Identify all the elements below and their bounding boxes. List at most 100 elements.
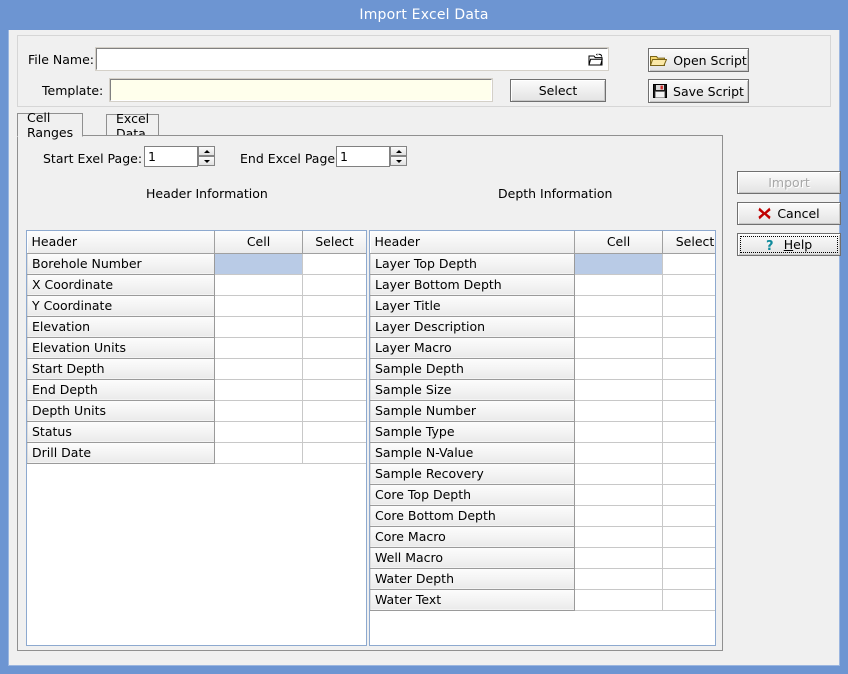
select-cell-button[interactable] xyxy=(662,463,715,485)
select-cell-button[interactable] xyxy=(662,358,715,380)
table-row[interactable]: Layer Description xyxy=(370,316,715,338)
table-row[interactable]: End Depth xyxy=(27,379,366,401)
tab-cell-ranges[interactable]: Cell Ranges xyxy=(17,110,84,140)
select-cell-button[interactable] xyxy=(662,274,715,296)
table-row[interactable]: Layer Title xyxy=(370,295,715,317)
cell-reference-field[interactable] xyxy=(214,274,303,296)
end-page-spin-buttons[interactable] xyxy=(390,146,407,167)
file-name-input[interactable] xyxy=(95,47,609,71)
column-header-header[interactable]: Header xyxy=(370,231,575,254)
table-row[interactable]: Sample Recovery xyxy=(370,463,715,485)
column-header-cell[interactable]: Cell xyxy=(214,231,303,254)
open-script-button[interactable]: Open Script xyxy=(648,48,749,72)
import-button[interactable]: Import xyxy=(737,171,841,194)
table-row[interactable]: Well Macro xyxy=(370,547,715,569)
cell-reference-field[interactable] xyxy=(574,253,663,275)
table-row[interactable]: Sample Size xyxy=(370,379,715,401)
cell-reference-field[interactable] xyxy=(574,568,663,590)
table-row[interactable]: Start Depth xyxy=(27,358,366,380)
open-folder-icon[interactable] xyxy=(586,51,605,68)
start-page-spin-up[interactable] xyxy=(198,146,215,156)
table-row[interactable]: Layer Macro xyxy=(370,337,715,359)
cell-reference-field[interactable] xyxy=(574,526,663,548)
tab-excel-data[interactable]: Excel Data xyxy=(106,111,160,141)
cell-reference-field[interactable] xyxy=(214,379,303,401)
start-page-spin-buttons[interactable] xyxy=(198,146,215,167)
table-row[interactable]: Core Bottom Depth xyxy=(370,505,715,527)
table-row[interactable]: Water Depth xyxy=(370,568,715,590)
cell-reference-field[interactable] xyxy=(574,547,663,569)
cell-reference-field[interactable] xyxy=(574,295,663,317)
select-cell-button[interactable] xyxy=(302,295,366,317)
table-row[interactable]: Layer Top Depth xyxy=(370,253,715,275)
help-button[interactable]: ? Help xyxy=(737,233,841,256)
cell-reference-field[interactable] xyxy=(574,421,663,443)
cell-reference-field[interactable] xyxy=(214,421,303,443)
select-cell-button[interactable] xyxy=(662,568,715,590)
cell-reference-field[interactable] xyxy=(214,295,303,317)
end-excel-page-input[interactable]: 1 xyxy=(336,146,390,167)
cell-reference-field[interactable] xyxy=(574,505,663,527)
select-cell-button[interactable] xyxy=(662,484,715,506)
table-row[interactable]: Sample N-Value xyxy=(370,442,715,464)
select-cell-button[interactable] xyxy=(662,589,715,611)
select-cell-button[interactable] xyxy=(302,358,366,380)
cell-reference-field[interactable] xyxy=(574,442,663,464)
cell-reference-field[interactable] xyxy=(214,400,303,422)
depth-information-grid[interactable]: Header Cell Select Layer Top Depth Layer … xyxy=(369,230,716,646)
column-header-header[interactable]: Header xyxy=(27,231,215,254)
cell-reference-field[interactable] xyxy=(214,316,303,338)
cell-reference-field[interactable] xyxy=(214,337,303,359)
select-cell-button[interactable] xyxy=(662,505,715,527)
table-row[interactable]: Sample Type xyxy=(370,421,715,443)
select-cell-button[interactable] xyxy=(302,442,366,464)
template-input[interactable] xyxy=(109,78,493,102)
column-header-select[interactable]: Select xyxy=(662,231,715,254)
cell-reference-field[interactable] xyxy=(214,358,303,380)
table-row[interactable]: Elevation Units xyxy=(27,337,366,359)
save-script-button[interactable]: Save Script xyxy=(648,79,749,103)
select-cell-button[interactable] xyxy=(662,547,715,569)
column-header-select[interactable]: Select xyxy=(302,231,366,254)
select-cell-button[interactable] xyxy=(662,400,715,422)
cell-reference-field[interactable] xyxy=(574,400,663,422)
select-cell-button[interactable] xyxy=(302,421,366,443)
column-header-cell[interactable]: Cell xyxy=(574,231,663,254)
select-cell-button[interactable] xyxy=(302,337,366,359)
select-cell-button[interactable] xyxy=(662,526,715,548)
cell-reference-field[interactable] xyxy=(574,337,663,359)
cell-reference-field[interactable] xyxy=(574,274,663,296)
cell-reference-field[interactable] xyxy=(214,442,303,464)
end-page-spin-up[interactable] xyxy=(390,146,407,156)
select-template-button[interactable]: Select xyxy=(510,79,606,102)
select-cell-button[interactable] xyxy=(302,379,366,401)
table-row[interactable]: Layer Bottom Depth xyxy=(370,274,715,296)
table-row[interactable]: X Coordinate xyxy=(27,274,366,296)
table-row[interactable]: Core Top Depth xyxy=(370,484,715,506)
table-row[interactable]: Drill Date xyxy=(27,442,366,464)
table-row[interactable]: Elevation xyxy=(27,316,366,338)
start-excel-page-input[interactable]: 1 xyxy=(144,146,198,167)
table-row[interactable]: Status xyxy=(27,421,366,443)
select-cell-button[interactable] xyxy=(302,400,366,422)
select-cell-button[interactable] xyxy=(662,253,715,275)
table-row[interactable]: Depth Units xyxy=(27,400,366,422)
end-page-spin-down[interactable] xyxy=(390,156,407,166)
select-cell-button[interactable] xyxy=(662,379,715,401)
table-row[interactable]: Water Text xyxy=(370,589,715,611)
cell-reference-field[interactable] xyxy=(574,316,663,338)
select-cell-button[interactable] xyxy=(662,421,715,443)
cell-reference-field[interactable] xyxy=(574,589,663,611)
select-cell-button[interactable] xyxy=(302,316,366,338)
select-cell-button[interactable] xyxy=(302,253,366,275)
start-page-spin-down[interactable] xyxy=(198,156,215,166)
cancel-button[interactable]: Cancel xyxy=(737,202,841,225)
select-cell-button[interactable] xyxy=(302,274,366,296)
cell-reference-field[interactable] xyxy=(574,484,663,506)
select-cell-button[interactable] xyxy=(662,295,715,317)
select-cell-button[interactable] xyxy=(662,316,715,338)
header-information-grid[interactable]: Header Cell Select Borehole Number X Coor… xyxy=(26,230,367,646)
cell-reference-field[interactable] xyxy=(214,253,303,275)
cell-reference-field[interactable] xyxy=(574,379,663,401)
table-row[interactable]: Borehole Number xyxy=(27,253,366,275)
